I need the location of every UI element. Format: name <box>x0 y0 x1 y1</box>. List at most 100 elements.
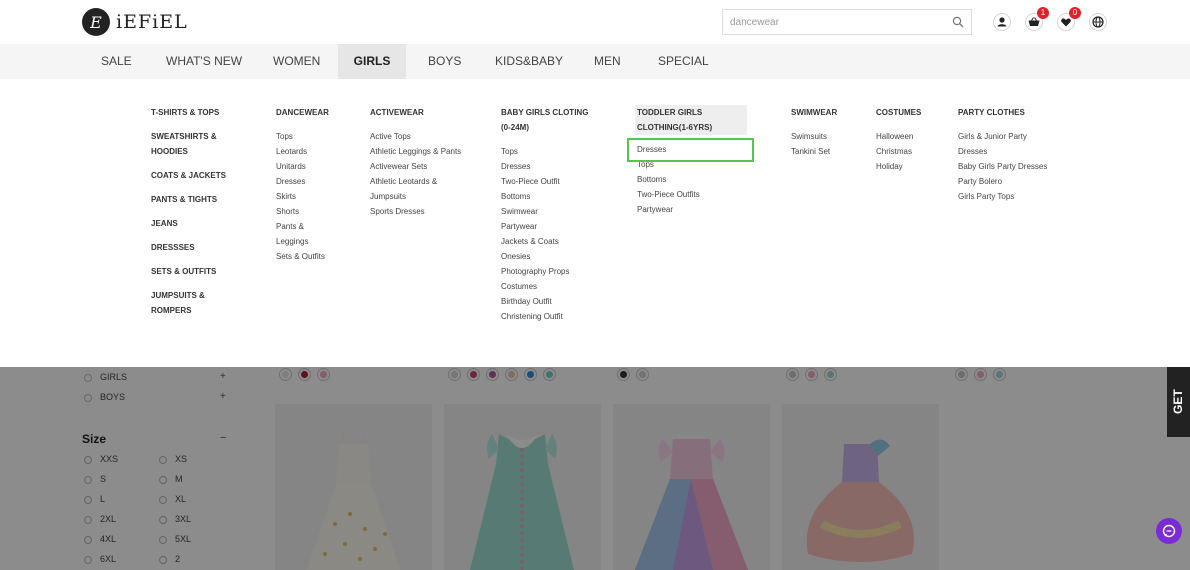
menu-link[interactable]: Onesies <box>501 249 601 264</box>
menu-link[interactable]: Jackets & Coats <box>501 234 601 249</box>
menu-link[interactable]: Halloween <box>876 129 946 144</box>
category-jumpsuits-rompers[interactable]: JUMPSUITS & ROMPERS <box>151 288 211 318</box>
category-sweatshirts-hoodies[interactable]: SWEATSHIRTS & HOODIES <box>151 129 219 159</box>
menu-link[interactable]: Two-Piece Outfit <box>501 174 601 189</box>
menu-link[interactable]: Girls & Junior Party <box>958 129 1068 144</box>
category-dresses[interactable]: DRESSSES <box>151 240 241 255</box>
menu-link[interactable]: Tops <box>276 129 346 144</box>
nav-kids-baby[interactable]: KIDS&BABY <box>477 44 581 79</box>
logo[interactable]: E iEFiEL <box>82 8 188 36</box>
size-option[interactable]: 4XL <box>84 534 116 544</box>
size-option[interactable]: XS <box>159 454 187 464</box>
menu-link[interactable]: Dresses <box>958 144 1068 159</box>
menu-link[interactable]: Photography Props <box>501 264 601 279</box>
product-image[interactable] <box>444 404 601 570</box>
menu-link[interactable]: Costumes <box>501 279 601 294</box>
search-icon[interactable] <box>952 16 964 28</box>
menu-link[interactable]: Activewear Sets <box>370 159 475 174</box>
menu-link[interactable]: Holiday <box>876 159 946 174</box>
menu-link[interactable]: Unitards <box>276 159 346 174</box>
color-swatch[interactable] <box>486 368 499 381</box>
nav-whats-new[interactable]: WHAT'S NEW <box>148 44 260 79</box>
column-title[interactable]: SWIMWEAR <box>791 105 861 120</box>
size-option[interactable]: 6XL <box>84 554 116 564</box>
menu-link[interactable]: Tankini Set <box>791 144 861 159</box>
color-swatch[interactable] <box>805 368 818 381</box>
chat-button[interactable] <box>1156 518 1182 544</box>
column-title[interactable]: BABY GIRLS CLOTING (0-24M) <box>501 105 597 135</box>
color-swatch[interactable] <box>524 368 537 381</box>
category-pants-tights[interactable]: PANTS & TIGHTS <box>151 192 241 207</box>
menu-link[interactable]: Christmas <box>876 144 946 159</box>
menu-link[interactable]: Partywear <box>501 219 601 234</box>
menu-link[interactable]: Swimwear <box>501 204 601 219</box>
column-title[interactable]: ACTIVEWEAR <box>370 105 475 120</box>
menu-link[interactable]: Athletic Leotards & Jumpsuits <box>370 174 450 204</box>
color-swatch[interactable] <box>317 368 330 381</box>
get-coupon-tab[interactable]: GET <box>1167 367 1190 437</box>
color-swatch[interactable] <box>786 368 799 381</box>
size-option[interactable]: 5XL <box>159 534 191 544</box>
menu-link[interactable]: Pants & Leggings <box>276 219 316 249</box>
menu-link[interactable]: Bottoms <box>501 189 601 204</box>
menu-link[interactable]: Party Bolero <box>958 174 1068 189</box>
nav-sale[interactable]: SALE <box>83 44 150 79</box>
filter-gender-boys[interactable]: BOYS <box>84 392 125 402</box>
color-swatch[interactable] <box>279 368 292 381</box>
size-option[interactable]: XL <box>159 494 186 504</box>
color-swatch[interactable] <box>467 368 480 381</box>
menu-link[interactable]: Leotards <box>276 144 346 159</box>
product-image[interactable] <box>275 404 432 570</box>
column-title[interactable]: TODDLER GIRLS CLOTHING(1-6YRS) <box>635 105 747 135</box>
size-option[interactable]: L <box>84 494 105 504</box>
heart-icon[interactable]: 0 <box>1056 7 1081 32</box>
menu-link[interactable]: Dresses <box>276 174 346 189</box>
color-swatch[interactable] <box>955 368 968 381</box>
product-image[interactable] <box>782 404 939 570</box>
menu-link[interactable]: Active Tops <box>370 129 475 144</box>
color-swatch[interactable] <box>543 368 556 381</box>
filter-gender-girls[interactable]: GIRLS <box>84 372 127 382</box>
menu-link[interactable]: Swimsuits <box>791 129 861 144</box>
color-swatch[interactable] <box>974 368 987 381</box>
column-title[interactable]: DANCEWEAR <box>276 105 346 120</box>
menu-link[interactable]: Girls Party Tops <box>958 189 1068 204</box>
menu-link[interactable]: Sports Dresses <box>370 204 475 219</box>
color-swatch[interactable] <box>298 368 311 381</box>
menu-link[interactable]: Shorts <box>276 204 346 219</box>
nav-girls[interactable]: GIRLS <box>338 44 406 79</box>
menu-link[interactable]: Dresses <box>501 159 601 174</box>
color-swatch[interactable] <box>824 368 837 381</box>
category-jeans[interactable]: JEANS <box>151 216 241 231</box>
menu-link[interactable]: Birthday Outfit <box>501 294 601 309</box>
product-image[interactable] <box>613 404 770 570</box>
basket-icon[interactable]: 1 <box>1024 7 1049 32</box>
category-coats-jackets[interactable]: COATS & JACKETS <box>151 168 241 183</box>
category-tshirts-tops[interactable]: T-SHIRTS & TOPS <box>151 105 241 120</box>
column-title[interactable]: PARTY CLOTHES <box>958 105 1068 120</box>
menu-link[interactable]: Partywear <box>637 202 752 217</box>
size-option[interactable]: S <box>84 474 106 484</box>
nav-boys[interactable]: BOYS <box>410 44 479 79</box>
color-swatch[interactable] <box>448 368 461 381</box>
nav-women[interactable]: WOMEN <box>255 44 338 79</box>
size-option[interactable]: 3XL <box>159 514 191 524</box>
color-swatch[interactable] <box>993 368 1006 381</box>
user-icon[interactable] <box>992 12 1012 32</box>
category-sets-outfits[interactable]: SETS & OUTFITS <box>151 264 241 279</box>
menu-link[interactable]: Christening Outfit <box>501 309 601 324</box>
menu-link[interactable]: Bottoms <box>637 172 752 187</box>
color-swatch[interactable] <box>617 368 630 381</box>
size-option[interactable]: XXS <box>84 454 118 464</box>
expand-icon[interactable]: + <box>220 371 226 382</box>
menu-link[interactable]: Skirts <box>276 189 346 204</box>
menu-link[interactable]: Two-Piece Outfits <box>637 187 752 202</box>
column-title[interactable]: COSTUMES <box>876 105 946 120</box>
color-swatch[interactable] <box>505 368 518 381</box>
size-option[interactable]: 2 <box>159 554 180 564</box>
menu-link[interactable]: Baby Girls Party Dresses <box>958 159 1068 174</box>
color-swatch[interactable] <box>636 368 649 381</box>
menu-link[interactable]: Tops <box>501 144 601 159</box>
size-option[interactable]: M <box>159 474 183 484</box>
nav-men[interactable]: MEN <box>576 44 639 79</box>
